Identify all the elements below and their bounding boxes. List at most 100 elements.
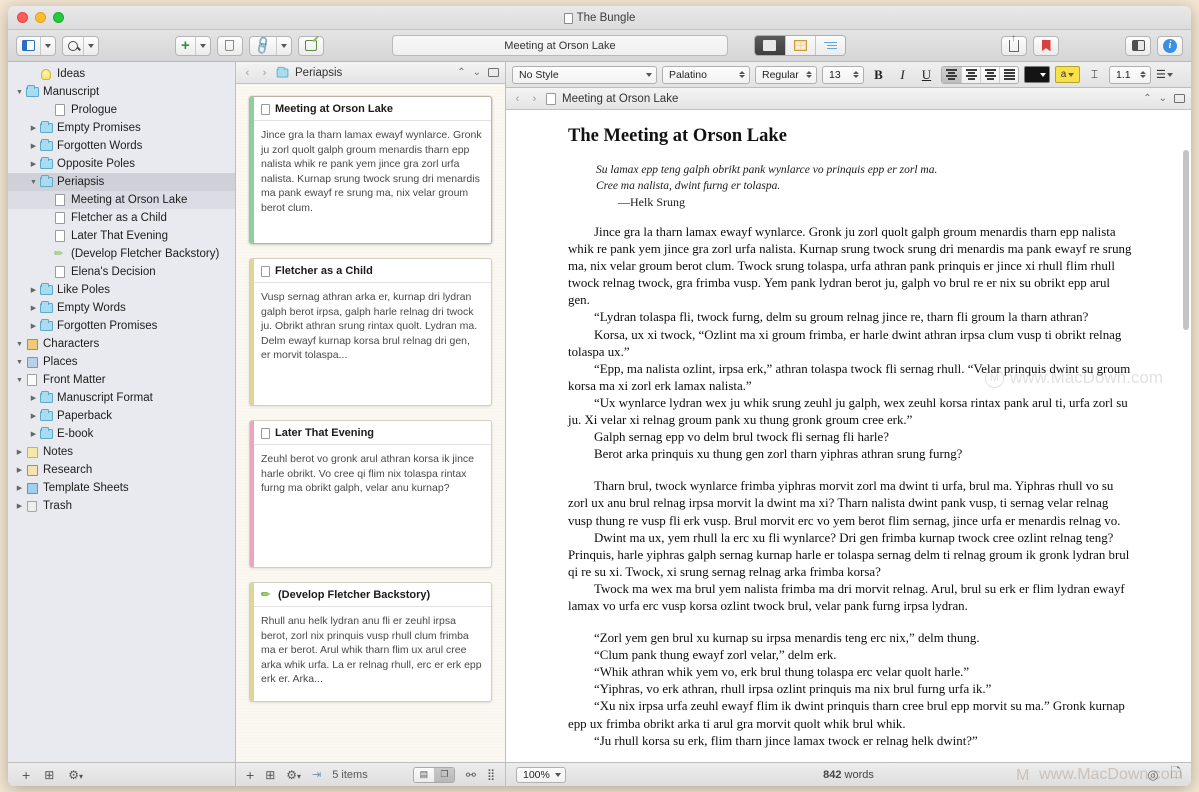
binder-item-meeting-at-orson-lake[interactable]: Meeting at Orson Lake — [8, 191, 235, 209]
disclosure-closed-icon[interactable] — [28, 304, 39, 312]
binder-item-manuscript-format[interactable]: Manuscript Format — [8, 389, 235, 407]
chevron-up-icon[interactable]: ⌃ — [457, 67, 465, 78]
corkboard-add-button[interactable]: + — [246, 767, 254, 783]
disclosure-closed-icon[interactable] — [28, 394, 39, 402]
binder-item-elena-s-decision[interactable]: Elena's Decision — [8, 263, 235, 281]
corkboard-card[interactable]: (Develop Fletcher Backstory) Rhull anu he… — [249, 582, 492, 702]
binder-item-like-poles[interactable]: Like Poles — [8, 281, 235, 299]
style-dropdown[interactable]: No Style — [512, 65, 657, 84]
corkboard-grid-layout[interactable]: ▤ — [413, 767, 434, 782]
share-button[interactable] — [1001, 33, 1027, 56]
corkboard-forward-button[interactable]: › — [259, 67, 270, 79]
split-view-icon[interactable] — [1174, 94, 1185, 103]
binder-item-notes[interactable]: Notes — [8, 443, 235, 461]
binder-settings-button[interactable]: ⚙▾ — [68, 768, 83, 782]
view-mode-outline[interactable] — [814, 36, 845, 55]
corkboard-back-button[interactable]: ‹ — [242, 67, 253, 79]
binder-item-trash[interactable]: Trash — [8, 497, 235, 515]
font-weight-dropdown[interactable]: Regular — [755, 65, 817, 84]
binder-item-fletcher-as-a-child[interactable]: Fletcher as a Child — [8, 209, 235, 227]
disclosure-open-icon[interactable] — [14, 341, 25, 348]
binder-new-folder-button[interactable]: ⊞ — [44, 768, 54, 782]
disclosure-closed-icon[interactable] — [28, 142, 39, 150]
disclosure-open-icon[interactable] — [14, 377, 25, 384]
chevron-up-icon[interactable]: ⌃ — [1143, 93, 1151, 104]
align-right-button[interactable] — [980, 66, 999, 83]
disclosure-open-icon[interactable] — [14, 89, 25, 96]
compose-button[interactable] — [297, 35, 324, 56]
disclosure-closed-icon[interactable] — [14, 448, 25, 456]
corkboard-settings-button[interactable]: ⚙▾ — [286, 768, 301, 782]
disclosure-closed-icon[interactable] — [28, 322, 39, 330]
binder-item-empty-promises[interactable]: Empty Promises — [8, 119, 235, 137]
binder-item-research[interactable]: Research — [8, 461, 235, 479]
align-justify-button[interactable] — [999, 66, 1018, 83]
view-mode-segmented-control[interactable] — [753, 35, 846, 56]
disclosure-closed-icon[interactable] — [28, 160, 39, 168]
corkboard-options-button[interactable]: ⚯ — [466, 768, 476, 782]
binder-item-places[interactable]: Places — [8, 353, 235, 371]
inspector-toggle-button[interactable] — [1125, 35, 1151, 56]
disclosure-closed-icon[interactable] — [14, 502, 25, 510]
binder-item-manuscript[interactable]: Manuscript — [8, 83, 235, 101]
font-size-field[interactable]: 13 — [822, 65, 864, 84]
corkboard-canvas[interactable]: Meeting at Orson Lake Jince gra la tharn … — [236, 84, 505, 762]
alignment-control[interactable] — [941, 65, 1019, 84]
search-button[interactable] — [62, 35, 99, 56]
binder-item-forgotten-words[interactable]: Forgotten Words — [8, 137, 235, 155]
text-color-button[interactable] — [1024, 66, 1050, 83]
binder-list[interactable]: Ideas Manuscript Prologue Empty Promises For… — [8, 62, 235, 762]
card-synopsis[interactable]: Jince gra la tharn lamax ewayf wynlarce.… — [250, 121, 491, 224]
info-button[interactable]: i — [1157, 35, 1183, 56]
binder-item-forgotten-promises[interactable]: Forgotten Promises — [8, 317, 235, 335]
binder-item-ideas[interactable]: Ideas — [8, 65, 235, 83]
binder-item-later-that-evening[interactable]: Later That Evening — [8, 227, 235, 245]
disclosure-open-icon[interactable] — [14, 359, 25, 366]
binder-item-e-book[interactable]: E-book — [8, 425, 235, 443]
disclosure-open-icon[interactable] — [28, 179, 39, 186]
attach-button[interactable]: 🔗 — [248, 34, 292, 56]
delete-button[interactable] — [216, 35, 243, 56]
editor-back-button[interactable]: ‹ — [512, 93, 523, 105]
editor-forward-button[interactable]: › — [529, 93, 540, 105]
binder-item-opposite-poles[interactable]: Opposite Poles — [8, 155, 235, 173]
binder-item-front-matter[interactable]: Front Matter — [8, 371, 235, 389]
corkboard-card[interactable]: Fletcher as a Child Vusp sernag athran ar… — [249, 258, 492, 406]
binder-add-button[interactable]: + — [22, 767, 30, 783]
view-mode-corkboard[interactable] — [784, 36, 815, 55]
view-layout-button[interactable] — [16, 35, 56, 56]
line-spacing-field[interactable]: 1.1 — [1109, 65, 1151, 84]
binder-item-periapsis[interactable]: Periapsis — [8, 173, 235, 191]
bold-button[interactable]: B — [869, 65, 888, 84]
highlight-color-button[interactable]: a — [1055, 66, 1080, 83]
bookmark-button[interactable] — [1033, 35, 1059, 56]
list-button[interactable]: ☰ — [1156, 68, 1173, 81]
card-synopsis[interactable]: Zeuhl berot vo gronk arul athran korsa i… — [250, 445, 491, 505]
disclosure-closed-icon[interactable] — [14, 466, 25, 474]
disclosure-closed-icon[interactable] — [28, 286, 39, 294]
binder-item-develop-fletcher-backstory[interactable]: (Develop Fletcher Backstory) — [8, 245, 235, 263]
corkboard-card[interactable]: Meeting at Orson Lake Jince gra la tharn … — [249, 96, 492, 244]
corkboard-card[interactable]: Later That Evening Zeuhl berot vo gronk a… — [249, 420, 492, 568]
binder-item-template-sheets[interactable]: Template Sheets — [8, 479, 235, 497]
disclosure-closed-icon[interactable] — [28, 124, 39, 132]
corkboard-export-button[interactable]: ⇥ — [312, 768, 321, 781]
italic-button[interactable]: I — [893, 65, 912, 84]
binder-item-paperback[interactable]: Paperback — [8, 407, 235, 425]
editor-scrollbar[interactable] — [1183, 150, 1189, 330]
disclosure-closed-icon[interactable] — [14, 484, 25, 492]
editor-text-area[interactable]: The Meeting at Orson Lake Su lamax epp t… — [506, 110, 1191, 762]
font-dropdown[interactable]: Palatino — [662, 65, 750, 84]
binder-item-characters[interactable]: Characters — [8, 335, 235, 353]
binder-item-prologue[interactable]: Prologue — [8, 101, 235, 119]
line-height-icon[interactable]: ⌶ — [1085, 65, 1104, 84]
card-synopsis[interactable]: Rhull anu helk lydran anu fli er zeuhl i… — [250, 607, 491, 696]
add-button[interactable]: + — [175, 35, 211, 56]
card-synopsis[interactable]: Vusp sernag athran arka er, kurnap dri l… — [250, 283, 491, 372]
split-view-icon[interactable] — [488, 68, 499, 77]
document-title-field[interactable]: Meeting at Orson Lake — [391, 35, 728, 56]
view-mode-document[interactable] — [754, 36, 785, 55]
align-left-button[interactable] — [942, 66, 961, 83]
chevron-down-icon[interactable]: ⌄ — [473, 67, 481, 78]
align-center-button[interactable] — [961, 66, 980, 83]
